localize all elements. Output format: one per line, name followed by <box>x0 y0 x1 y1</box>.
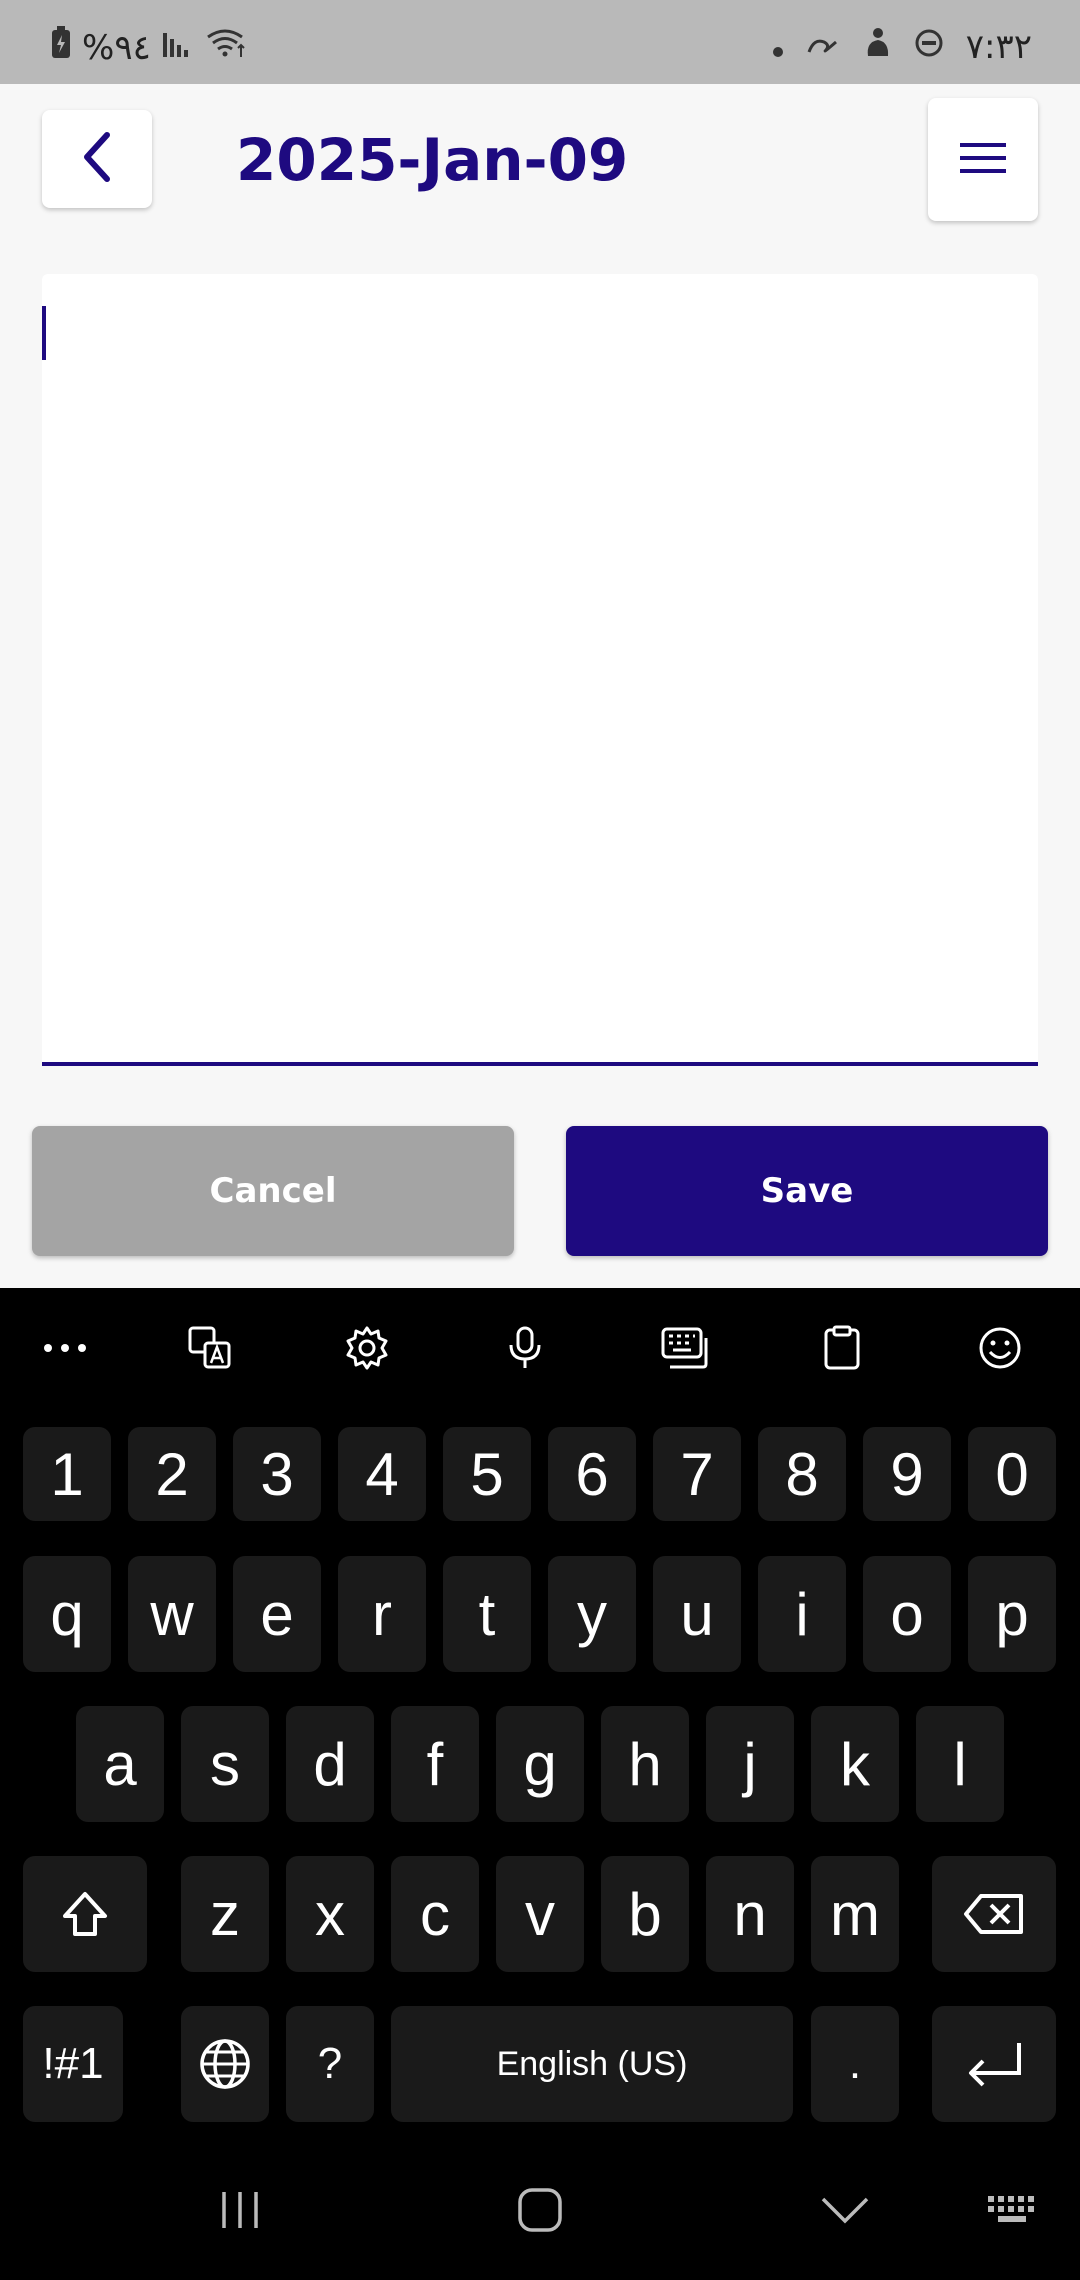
key-j[interactable]: j <box>706 1706 794 1822</box>
key-e[interactable]: e <box>233 1556 321 1672</box>
enter-icon <box>969 2043 1021 2087</box>
wifi-icon <box>205 27 247 68</box>
key-p[interactable]: p <box>968 1556 1056 1672</box>
key-t[interactable]: t <box>443 1556 531 1672</box>
key-c[interactable]: c <box>391 1856 479 1972</box>
key-2[interactable]: 2 <box>128 1427 216 1521</box>
shift-key[interactable] <box>23 1856 147 1972</box>
status-right: ٧:٣٢ <box>772 26 1032 67</box>
link-icon <box>806 27 840 67</box>
note-text-input[interactable] <box>42 274 1038 1062</box>
keyboard-switch-icon[interactable] <box>984 2180 1044 2240</box>
key-0[interactable]: 0 <box>968 1427 1056 1521</box>
key-l[interactable]: l <box>916 1706 1004 1822</box>
translate-icon[interactable] <box>180 1318 240 1378</box>
clipboard-icon[interactable] <box>812 1318 872 1378</box>
key-i[interactable]: i <box>758 1556 846 1672</box>
back-button[interactable] <box>42 110 152 208</box>
key-k[interactable]: k <box>811 1706 899 1822</box>
do-not-disturb-icon <box>914 27 944 67</box>
key-period[interactable]: . <box>811 2006 899 2122</box>
key-g[interactable]: g <box>496 1706 584 1822</box>
save-button[interactable]: Save <box>566 1126 1048 1256</box>
signal-icon <box>161 28 195 68</box>
hide-keyboard-icon[interactable] <box>818 2180 872 2240</box>
key-4[interactable]: 4 <box>338 1427 426 1521</box>
dot-icon <box>772 27 784 67</box>
page-title: 2025-Jan-09 <box>236 126 629 194</box>
symbols-key[interactable]: !#1 <box>23 2006 123 2122</box>
home-icon[interactable] <box>516 2180 564 2240</box>
app-notification-icon <box>862 26 892 67</box>
clock: ٧:٣٢ <box>965 26 1032 67</box>
battery-percent: %٩٤ <box>82 27 151 68</box>
key-9[interactable]: 9 <box>863 1427 951 1521</box>
key-8[interactable]: 8 <box>758 1427 846 1521</box>
key-z[interactable]: z <box>181 1856 269 1972</box>
globe-icon <box>200 2039 250 2089</box>
key-r[interactable]: r <box>338 1556 426 1672</box>
more-icon[interactable] <box>35 1318 95 1378</box>
status-bar: %٩٤ ٧:٣٢ <box>0 0 1080 84</box>
key-f[interactable]: f <box>391 1706 479 1822</box>
note-editor[interactable] <box>42 274 1038 1066</box>
microphone-icon[interactable] <box>495 1318 555 1378</box>
keyboard-toolbar <box>0 1288 1080 1402</box>
key-h[interactable]: h <box>601 1706 689 1822</box>
recent-apps-icon[interactable] <box>216 2180 264 2240</box>
key-3[interactable]: 3 <box>233 1427 321 1521</box>
key-w[interactable]: w <box>128 1556 216 1672</box>
enter-key[interactable] <box>932 2006 1056 2122</box>
key-u[interactable]: u <box>653 1556 741 1672</box>
navigation-bar <box>0 2140 1080 2280</box>
language-key[interactable] <box>181 2006 269 2122</box>
key-s[interactable]: s <box>181 1706 269 1822</box>
menu-button[interactable] <box>928 98 1038 221</box>
key-1[interactable]: 1 <box>23 1427 111 1521</box>
key-d[interactable]: d <box>286 1706 374 1822</box>
settings-icon[interactable] <box>337 1318 397 1378</box>
key-5[interactable]: 5 <box>443 1427 531 1521</box>
key-b[interactable]: b <box>601 1856 689 1972</box>
space-key[interactable]: English (US) <box>391 2006 793 2122</box>
cancel-button[interactable]: Cancel <box>32 1126 514 1256</box>
emoji-icon[interactable] <box>970 1318 1030 1378</box>
chevron-left-icon <box>77 129 117 189</box>
battery-icon <box>50 26 72 69</box>
backspace-icon <box>964 1894 1023 1934</box>
keyboard-mode-icon[interactable] <box>655 1318 715 1378</box>
key-y[interactable]: y <box>548 1556 636 1672</box>
hamburger-menu-icon <box>958 138 1008 182</box>
shift-icon <box>63 1892 107 1936</box>
key-question[interactable]: ? <box>286 2006 374 2122</box>
status-left: %٩٤ <box>50 26 247 69</box>
key-x[interactable]: x <box>286 1856 374 1972</box>
key-q[interactable]: q <box>23 1556 111 1672</box>
key-m[interactable]: m <box>811 1856 899 1972</box>
key-7[interactable]: 7 <box>653 1427 741 1521</box>
key-n[interactable]: n <box>706 1856 794 1972</box>
key-v[interactable]: v <box>496 1856 584 1972</box>
key-o[interactable]: o <box>863 1556 951 1672</box>
key-6[interactable]: 6 <box>548 1427 636 1521</box>
key-a[interactable]: a <box>76 1706 164 1822</box>
backspace-key[interactable] <box>932 1856 1056 1972</box>
